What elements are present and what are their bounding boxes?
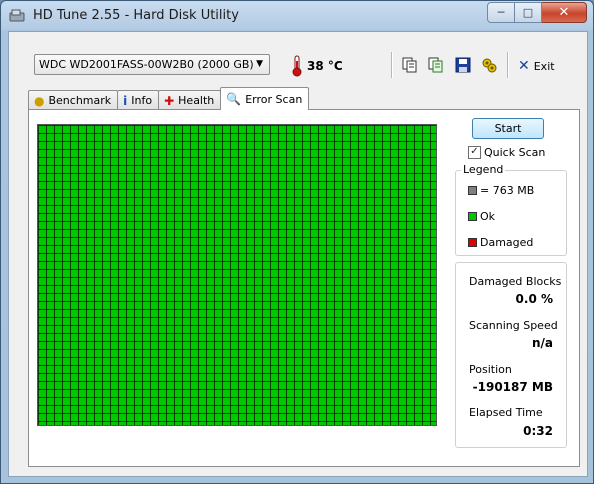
ok-swatch xyxy=(468,212,477,221)
tab-label: Error Scan xyxy=(245,92,303,106)
legend-block-size: = 763 MB xyxy=(468,184,534,197)
title-bar[interactable]: HD Tune 2.55 - Hard Disk Utility ─ □ ✕ xyxy=(1,1,593,31)
thermometer-icon xyxy=(292,55,302,77)
window-title: HD Tune 2.55 - Hard Disk Utility xyxy=(33,8,239,23)
copy-button[interactable] xyxy=(399,54,421,76)
dropdown-arrow-icon: ▼ xyxy=(256,59,263,69)
options-icon xyxy=(482,58,497,73)
scan-block-map xyxy=(37,124,437,426)
close-icon: ✕ xyxy=(558,5,570,20)
maximize-button[interactable]: □ xyxy=(515,2,542,23)
client-area: WDC WD2001FASS-00W2B0 (2000 GB) ▼ 38 °C xyxy=(8,31,588,477)
save-icon xyxy=(455,57,471,73)
legend-block-size-label: = 763 MB xyxy=(480,184,535,197)
start-button[interactable]: Start xyxy=(472,118,544,139)
temperature-readout: 38 °C xyxy=(307,59,343,73)
error-scan-icon: 🔍 xyxy=(226,92,242,106)
minimize-icon: ─ xyxy=(497,6,505,19)
scanning-speed-label: Scanning Speed xyxy=(469,319,558,332)
tab-error-scan[interactable]: 🔍 Error Scan xyxy=(220,87,310,110)
tab-label: Info xyxy=(131,94,153,107)
elapsed-time-label: Elapsed Time xyxy=(469,406,543,419)
quick-scan-checkbox[interactable]: ✓ xyxy=(468,146,481,159)
legend-ok: Ok xyxy=(468,210,495,223)
toolbar-separator xyxy=(391,52,393,78)
options-button[interactable] xyxy=(478,54,500,76)
legend-damaged-label: Damaged xyxy=(480,236,534,249)
tab-bar: ● Benchmark i Info ✚ Health 🔍 Error Scan xyxy=(28,87,310,110)
save-button[interactable] xyxy=(452,54,474,76)
legend-group: Legend = 763 MB Ok Damaged xyxy=(455,163,567,256)
tab-info[interactable]: i Info xyxy=(117,90,160,110)
block-swatch xyxy=(468,186,477,195)
copy-all-icon xyxy=(428,57,443,73)
close-button[interactable]: ✕ xyxy=(542,2,587,23)
exit-icon: ✕ xyxy=(518,58,530,74)
damaged-blocks-value: 0.0 % xyxy=(515,292,553,306)
exit-label: Exit xyxy=(533,59,555,73)
legend-damaged: Damaged xyxy=(468,236,533,249)
position-value: -190187 MB xyxy=(472,380,553,394)
elapsed-time-value: 0:32 xyxy=(523,424,553,438)
quick-scan-label: Quick Scan xyxy=(484,146,546,159)
benchmark-icon: ● xyxy=(34,93,45,108)
tab-label: Health xyxy=(178,94,215,107)
app-window: HD Tune 2.55 - Hard Disk Utility ─ □ ✕ W… xyxy=(0,0,594,484)
drive-select-value: WDC WD2001FASS-00W2B0 (2000 GB) xyxy=(39,58,254,71)
start-label: Start xyxy=(494,122,522,135)
hd-tune-app-icon xyxy=(9,9,25,22)
legend-ok-label: Ok xyxy=(480,210,496,223)
minimize-button[interactable]: ─ xyxy=(487,2,515,23)
tab-health[interactable]: ✚ Health xyxy=(158,90,222,110)
drive-select[interactable]: WDC WD2001FASS-00W2B0 (2000 GB) ▼ xyxy=(34,54,270,75)
health-icon: ✚ xyxy=(164,93,175,108)
exit-button[interactable]: ✕ Exit xyxy=(518,58,555,74)
maximize-icon: □ xyxy=(522,6,534,19)
error-scan-panel: Start ✓ Quick Scan Legend = 763 MB Ok Da… xyxy=(28,109,580,467)
scan-stats-group: Damaged Blocks 0.0 % Scanning Speed n/a … xyxy=(455,262,567,448)
legend-title: Legend xyxy=(461,163,506,176)
tab-label: Benchmark xyxy=(48,94,112,107)
damaged-swatch xyxy=(468,238,477,247)
damaged-blocks-label: Damaged Blocks xyxy=(469,275,562,288)
tab-benchmark[interactable]: ● Benchmark xyxy=(28,90,119,110)
info-icon: i xyxy=(123,93,128,108)
copy-icon xyxy=(402,57,417,73)
copy-all-button[interactable] xyxy=(425,54,447,76)
position-label: Position xyxy=(469,363,512,376)
toolbar-separator xyxy=(507,52,509,78)
quick-scan-option[interactable]: ✓ Quick Scan xyxy=(468,146,545,159)
scanning-speed-value: n/a xyxy=(531,336,553,350)
